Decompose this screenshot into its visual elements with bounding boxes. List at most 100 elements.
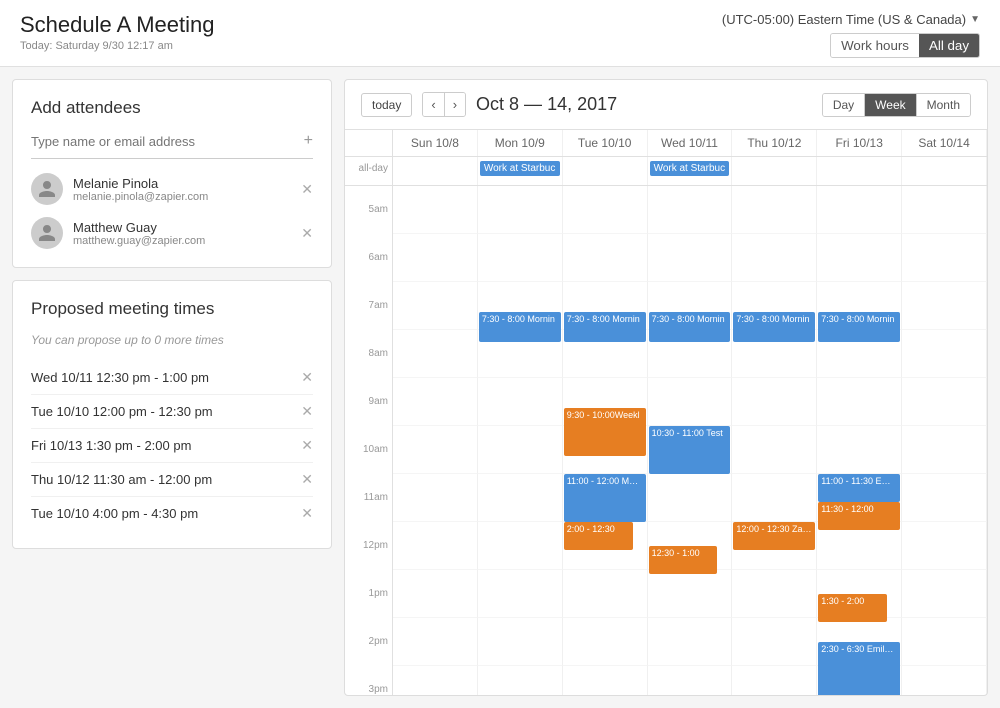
cell-sat-10am[interactable]	[902, 426, 987, 474]
cell-thu-12pm[interactable]: 12:00 - 12:30 Zapie	[732, 522, 817, 570]
cell-sun-1pm[interactable]	[393, 570, 478, 618]
cell-fri-11am[interactable]: 11:00 - 11:30 Emily 11:30 - 12:00	[817, 474, 902, 522]
cell-wed-3pm[interactable]	[648, 666, 733, 695]
cell-wed-1pm[interactable]	[648, 570, 733, 618]
cell-thu-6am[interactable]	[732, 234, 817, 282]
cell-tue-12pm[interactable]: 2:00 - 12:30	[563, 522, 648, 570]
cell-wed-5am[interactable]	[648, 186, 733, 234]
cell-mon-3pm[interactable]	[478, 666, 563, 695]
cell-mon-10am[interactable]	[478, 426, 563, 474]
cell-thu-7am[interactable]: 7:30 - 8:00 Mornin	[732, 282, 817, 330]
cell-fri-2pm[interactable]: 2:30 - 6:30 Emily Irish on Support	[817, 618, 902, 666]
cell-sun-3pm[interactable]	[393, 666, 478, 695]
work-hours-button[interactable]: Work hours	[831, 34, 919, 57]
top-header: Schedule A Meeting Today: Saturday 9/30 …	[0, 0, 1000, 67]
cell-tue-11am[interactable]: 11:00 - 12:00 Monthly	[563, 474, 648, 522]
day-view-button[interactable]: Day	[823, 94, 864, 116]
add-icon[interactable]: +	[304, 132, 313, 150]
cell-wed-7am[interactable]: 7:30 - 8:00 Mornin	[648, 282, 733, 330]
cell-thu-9am[interactable]	[732, 378, 817, 426]
cell-mon-5am[interactable]	[478, 186, 563, 234]
cell-sun-2pm[interactable]	[393, 618, 478, 666]
cell-sat-5am[interactable]	[902, 186, 987, 234]
cell-mon-2pm[interactable]	[478, 618, 563, 666]
cell-mon-7am[interactable]: 7:30 - 8:00 Mornin	[478, 282, 563, 330]
prev-button[interactable]: ‹	[423, 93, 444, 116]
cell-sun-8am[interactable]	[393, 330, 478, 378]
cell-sat-1pm[interactable]	[902, 570, 987, 618]
cell-fri-9am[interactable]	[817, 378, 902, 426]
remove-attendee-icon[interactable]: ✕	[301, 181, 313, 198]
cell-tue-6am[interactable]	[563, 234, 648, 282]
cell-mon-9am[interactable]	[478, 378, 563, 426]
day-header-tue: Tue 10/10	[563, 130, 648, 156]
cell-sun-11am[interactable]	[393, 474, 478, 522]
next-button[interactable]: ›	[445, 93, 465, 116]
cell-thu-5am[interactable]	[732, 186, 817, 234]
attendee-item: Matthew Guay matthew.guay@zapier.com ✕	[31, 217, 313, 249]
remove-attendee-icon[interactable]: ✕	[301, 225, 313, 242]
cell-sun-7am[interactable]	[393, 282, 478, 330]
cell-wed-2pm[interactable]	[648, 618, 733, 666]
cell-sat-6am[interactable]	[902, 234, 987, 282]
cell-sun-6am[interactable]	[393, 234, 478, 282]
cell-sun-10am[interactable]	[393, 426, 478, 474]
cell-sat-11am[interactable]	[902, 474, 987, 522]
calendar-grid[interactable]: Sun 10/8 Mon 10/9 Tue 10/10 Wed 10/11 Th…	[345, 130, 987, 695]
cell-fri-6am[interactable]	[817, 234, 902, 282]
event-tue-11: 11:00 - 12:00 Monthly	[564, 474, 646, 522]
cell-sun-9am[interactable]	[393, 378, 478, 426]
cell-tue-1pm[interactable]	[563, 570, 648, 618]
cell-wed-12pm[interactable]: 12:30 - 1:00	[648, 522, 733, 570]
remove-proposed-icon[interactable]: ✕	[301, 369, 313, 386]
week-view-button[interactable]: Week	[864, 94, 915, 116]
cell-sat-12pm[interactable]	[902, 522, 987, 570]
cell-thu-10am[interactable]	[732, 426, 817, 474]
cell-wed-11am[interactable]	[648, 474, 733, 522]
event-tue-12-proposed: 2:00 - 12:30	[564, 522, 633, 550]
cell-sun-5am[interactable]	[393, 186, 478, 234]
cell-tue-7am[interactable]: 7:30 - 8:00 Mornin	[563, 282, 648, 330]
view-toggle: Day Week Month	[822, 93, 971, 117]
cell-tue-3pm[interactable]	[563, 666, 648, 695]
cell-fri-10am[interactable]	[817, 426, 902, 474]
cell-sat-2pm[interactable]	[902, 618, 987, 666]
cell-mon-6am[interactable]	[478, 234, 563, 282]
cell-mon-12pm[interactable]	[478, 522, 563, 570]
timezone-selector[interactable]: (UTC-05:00) Eastern Time (US & Canada) ▼	[722, 12, 980, 27]
cell-thu-2pm[interactable]	[732, 618, 817, 666]
cell-sat-7am[interactable]	[902, 282, 987, 330]
today-button[interactable]: today	[361, 93, 412, 117]
time-header	[345, 130, 393, 156]
cell-sat-9am[interactable]	[902, 378, 987, 426]
month-view-button[interactable]: Month	[916, 94, 970, 116]
cell-wed-9am[interactable]	[648, 378, 733, 426]
proposed-list: Wed 10/11 12:30 pm - 1:00 pm ✕ Tue 10/10…	[31, 361, 313, 530]
attendee-name: Melanie Pinola	[73, 176, 291, 191]
cell-tue-9am[interactable]: 9:30 - 10:00Weekl	[563, 378, 648, 426]
cell-thu-11am[interactable]	[732, 474, 817, 522]
all-day-sat	[902, 157, 987, 185]
cell-mon-11am[interactable]	[478, 474, 563, 522]
remove-proposed-icon[interactable]: ✕	[301, 505, 313, 522]
cell-mon-1pm[interactable]	[478, 570, 563, 618]
attendee-input[interactable]	[31, 134, 304, 149]
attendee-info: Melanie Pinola melanie.pinola@zapier.com	[73, 176, 291, 203]
cell-fri-5am[interactable]	[817, 186, 902, 234]
cell-tue-2pm[interactable]	[563, 618, 648, 666]
cell-fri-7am[interactable]: 7:30 - 8:00 Mornin	[817, 282, 902, 330]
cell-fri-1pm[interactable]: 1:30 - 2:00	[817, 570, 902, 618]
remove-proposed-icon[interactable]: ✕	[301, 471, 313, 488]
remove-proposed-icon[interactable]: ✕	[301, 403, 313, 420]
cell-thu-1pm[interactable]	[732, 570, 817, 618]
cell-tue-5am[interactable]	[563, 186, 648, 234]
cell-thu-3pm[interactable]	[732, 666, 817, 695]
all-day-button[interactable]: All day	[919, 34, 979, 57]
cell-sat-3pm[interactable]	[902, 666, 987, 695]
remove-proposed-icon[interactable]: ✕	[301, 437, 313, 454]
cell-sun-12pm[interactable]	[393, 522, 478, 570]
cell-sat-8am[interactable]	[902, 330, 987, 378]
timezone-label: (UTC-05:00) Eastern Time (US & Canada)	[722, 12, 966, 27]
cell-wed-6am[interactable]	[648, 234, 733, 282]
cell-wed-10am[interactable]: 10:30 - 11:00 Test	[648, 426, 733, 474]
